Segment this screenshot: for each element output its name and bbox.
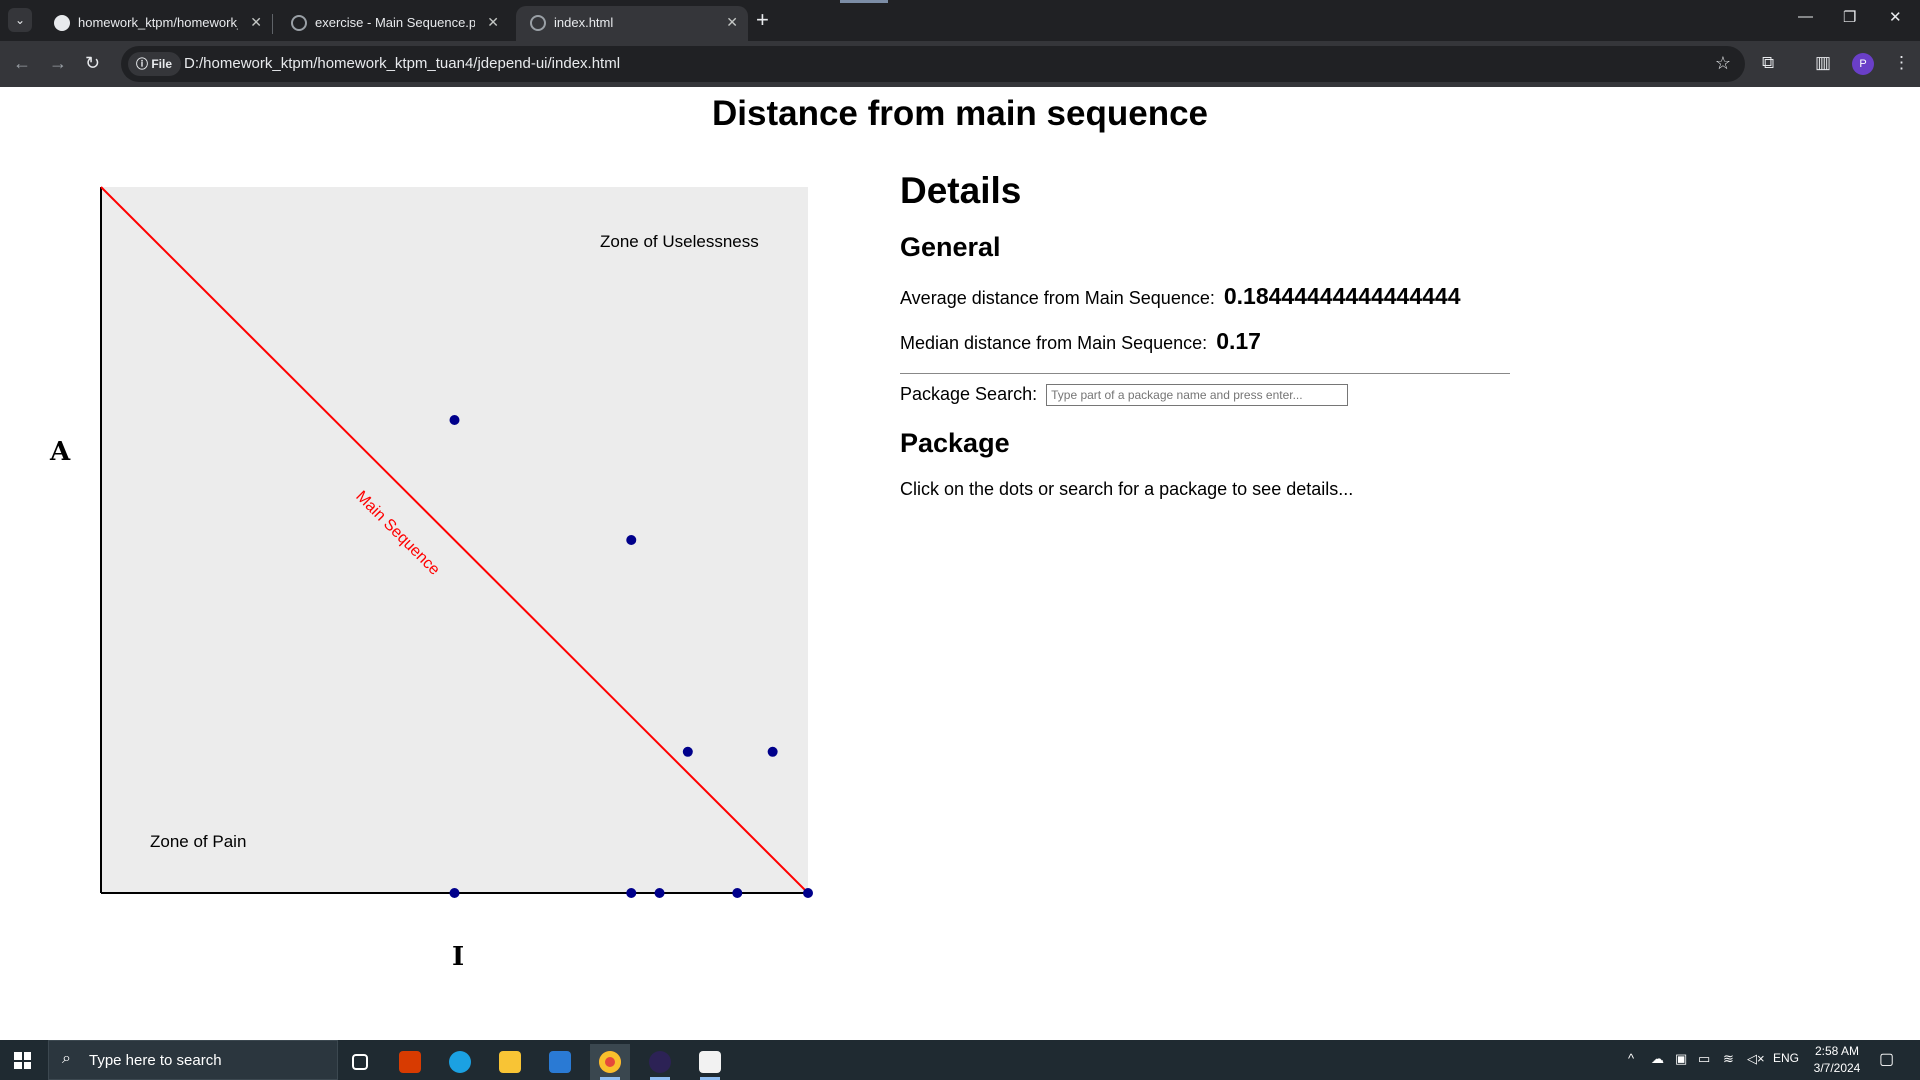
- show-hidden-icons-icon[interactable]: ^: [1628, 1051, 1634, 1066]
- address-bar[interactable]: ⓘ File D:/homework_ktpm/homework_ktpm_tu…: [121, 46, 1745, 82]
- volume-muted-icon[interactable]: ◁×: [1747, 1051, 1765, 1067]
- java-app-icon[interactable]: [690, 1044, 730, 1080]
- extensions-icon[interactable]: ⧉: [1762, 53, 1774, 73]
- battery-icon[interactable]: ▭: [1698, 1051, 1710, 1067]
- notifications-icon[interactable]: ▢: [1879, 1049, 1894, 1069]
- site-info-chip[interactable]: ⓘ File: [128, 52, 182, 76]
- package-dot-1[interactable]: [449, 414, 460, 425]
- chrome-browser-icon[interactable]: [590, 1044, 630, 1080]
- package-details-hint: Click on the dots or search for a packag…: [900, 479, 1354, 499]
- minimize-icon[interactable]: —: [1798, 8, 1813, 25]
- tab-github[interactable]: homework_ktpm/homework_kt ✕: [40, 6, 272, 41]
- details-heading: Details: [900, 170, 1022, 211]
- address-url[interactable]: D:/homework_ktpm/homework_ktpm_tuan4/jde…: [184, 55, 620, 72]
- package-dot-9[interactable]: [803, 888, 813, 898]
- median-distance-row: Median distance from Main Sequence: 0.17: [900, 328, 1510, 355]
- average-distance-label: Average distance from Main Sequence:: [900, 288, 1215, 308]
- package-dot-6[interactable]: [626, 888, 637, 898]
- search-icon: ⌕: [62, 1050, 71, 1067]
- edge-browser-icon[interactable]: [440, 1044, 480, 1080]
- new-tab-button[interactable]: +: [756, 8, 769, 32]
- browser-tab-strip: ⌄ homework_ktpm/homework_kt ✕ exercise -…: [0, 0, 1920, 41]
- clock-date: 3/7/2024: [1813, 1061, 1861, 1075]
- globe-icon: [291, 15, 307, 31]
- back-arrow-icon[interactable]: ←: [13, 53, 31, 74]
- package-dot-8[interactable]: [732, 888, 743, 898]
- y-axis-label: A: [50, 437, 71, 467]
- average-distance-row: Average distance from Main Sequence: 0.1…: [900, 283, 1510, 310]
- tab-exercise-pdf[interactable]: exercise - Main Sequence.pdf ✕: [277, 6, 509, 41]
- package-search-row: Package Search:: [900, 384, 1510, 406]
- scatter-plot: Zone of Uselessness Zone of Pain Main Se…: [100, 186, 813, 898]
- zone-of-uselessness-label: Zone of Uselessness: [600, 232, 759, 251]
- github-icon: [54, 15, 70, 31]
- taskbar-clock[interactable]: 2:58 AM 3/7/2024: [1808, 1043, 1866, 1077]
- office-app-icon[interactable]: [390, 1044, 430, 1080]
- wifi-icon[interactable]: ≋: [1723, 1051, 1734, 1067]
- taskbar-search-box[interactable]: ⌕ Type here to search: [48, 1040, 338, 1080]
- tab-search-button[interactable]: ⌄: [8, 8, 32, 32]
- window-close-icon[interactable]: ✕: [1889, 8, 1902, 26]
- median-distance-label: Median distance from Main Sequence:: [900, 333, 1208, 353]
- package-dot-7[interactable]: [654, 888, 665, 898]
- package-dot-4[interactable]: [767, 746, 778, 757]
- page-title: Distance from main sequence: [712, 94, 1208, 133]
- tab-title: index.html: [554, 15, 614, 30]
- clock-time: 2:58 AM: [1814, 1044, 1860, 1058]
- package-heading: Package: [900, 428, 1010, 458]
- details-panel: Details General Average distance from Ma…: [900, 170, 1510, 500]
- browser-toolbar: ← → ↻ ⓘ File D:/homework_ktpm/homework_k…: [0, 41, 1920, 87]
- package-dot-3[interactable]: [682, 746, 693, 757]
- windows-start-icon[interactable]: [14, 1052, 31, 1069]
- restore-icon[interactable]: ❐: [1843, 8, 1856, 26]
- bookmark-star-icon[interactable]: ☆: [1715, 53, 1731, 74]
- globe-icon: [530, 15, 546, 31]
- meet-now-icon[interactable]: ▣: [1675, 1051, 1687, 1067]
- reload-icon[interactable]: ↻: [85, 53, 100, 74]
- site-info-label: File: [151, 57, 173, 71]
- mail-app-icon[interactable]: [540, 1044, 580, 1080]
- average-distance-value: 0.18444444444444444: [1223, 283, 1461, 309]
- task-view-icon[interactable]: [340, 1044, 380, 1080]
- divider: [900, 373, 1510, 374]
- package-dot-2[interactable]: [626, 535, 637, 545]
- menu-kebab-icon[interactable]: ⋮: [1893, 53, 1910, 73]
- close-tab-icon[interactable]: ✕: [726, 14, 738, 31]
- close-tab-icon[interactable]: ✕: [250, 14, 262, 31]
- package-search-label: Package Search:: [900, 384, 1038, 404]
- side-panel-icon[interactable]: ▥: [1815, 53, 1831, 73]
- input-language[interactable]: ENG: [1773, 1051, 1799, 1065]
- windows-taskbar: ⌕ Type here to search ^ ☁ ▣ ▭ ≋ ◁× ENG 2…: [0, 1040, 1920, 1080]
- forward-arrow-icon[interactable]: →: [49, 53, 67, 74]
- profile-avatar[interactable]: P: [1852, 53, 1874, 75]
- tab-index-html[interactable]: index.html ✕: [516, 6, 748, 41]
- median-distance-value: 0.17: [1216, 328, 1261, 354]
- onedrive-icon[interactable]: ☁: [1651, 1051, 1664, 1067]
- tab-title: exercise - Main Sequence.pdf: [315, 15, 475, 30]
- x-axis-label: I: [452, 942, 465, 972]
- package-dot-5[interactable]: [449, 888, 460, 898]
- window-drag-indicator: [840, 0, 888, 3]
- file-explorer-icon[interactable]: [490, 1044, 530, 1080]
- tab-separator: [272, 14, 273, 34]
- zone-of-pain-label: Zone of Pain: [150, 832, 246, 851]
- package-search-input[interactable]: [1046, 384, 1349, 406]
- eclipse-ide-icon[interactable]: [640, 1044, 680, 1080]
- close-tab-icon[interactable]: ✕: [487, 14, 499, 31]
- tab-title: homework_ktpm/homework_kt: [78, 15, 238, 30]
- general-heading: General: [900, 232, 1001, 262]
- main-sequence-chart: Zone of Uselessness Zone of Pain Main Se…: [40, 180, 840, 980]
- taskbar-search-placeholder: Type here to search: [89, 1052, 222, 1069]
